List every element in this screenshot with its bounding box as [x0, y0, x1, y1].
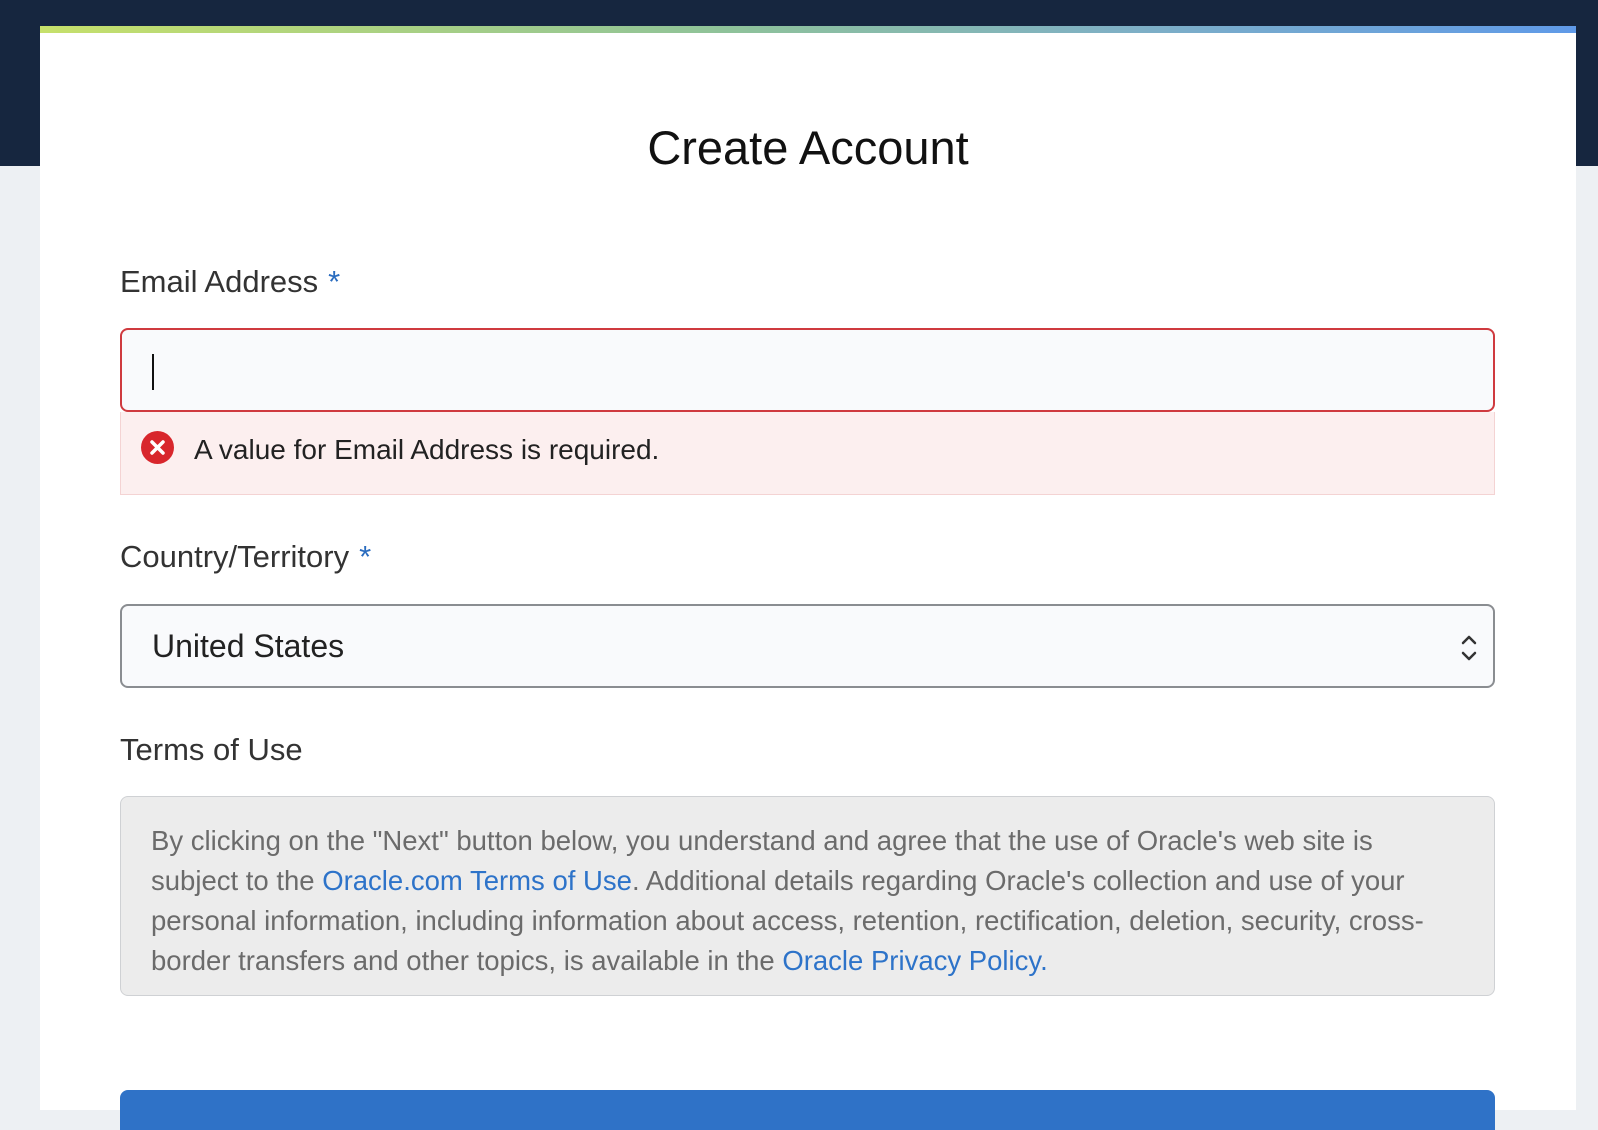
- error-icon: [141, 431, 174, 464]
- country-label-text: Country/Territory: [120, 539, 350, 574]
- terms-label: Terms of Use: [120, 732, 303, 767]
- country-select[interactable]: United States: [120, 604, 1495, 688]
- country-label: Country/Territory *: [120, 539, 371, 575]
- email-label-text: Email Address: [120, 264, 319, 299]
- page-title: Create Account: [647, 121, 969, 174]
- email-field[interactable]: [120, 328, 1495, 412]
- terms-of-use-link[interactable]: Oracle.com Terms of Use: [322, 865, 632, 896]
- privacy-policy-link[interactable]: Oracle Privacy Policy.: [782, 945, 1047, 976]
- email-required-mark: *: [328, 264, 341, 299]
- create-account-card: Create Account Email Address * A value fo…: [40, 26, 1576, 1130]
- next-button[interactable]: [120, 1090, 1495, 1130]
- chevron-up-down-icon: [1459, 632, 1479, 664]
- country-selected-value: United States: [152, 628, 345, 664]
- email-error-message: A value for Email Address is required.: [120, 412, 1495, 495]
- terms-text-box: By clicking on the "Next" button below, …: [120, 796, 1495, 996]
- email-label: Email Address *: [120, 264, 340, 300]
- email-error-text: A value for Email Address is required.: [194, 434, 660, 465]
- accent-gradient-bar: [40, 26, 1576, 33]
- text-cursor: [152, 354, 154, 390]
- country-required-mark: *: [359, 539, 372, 574]
